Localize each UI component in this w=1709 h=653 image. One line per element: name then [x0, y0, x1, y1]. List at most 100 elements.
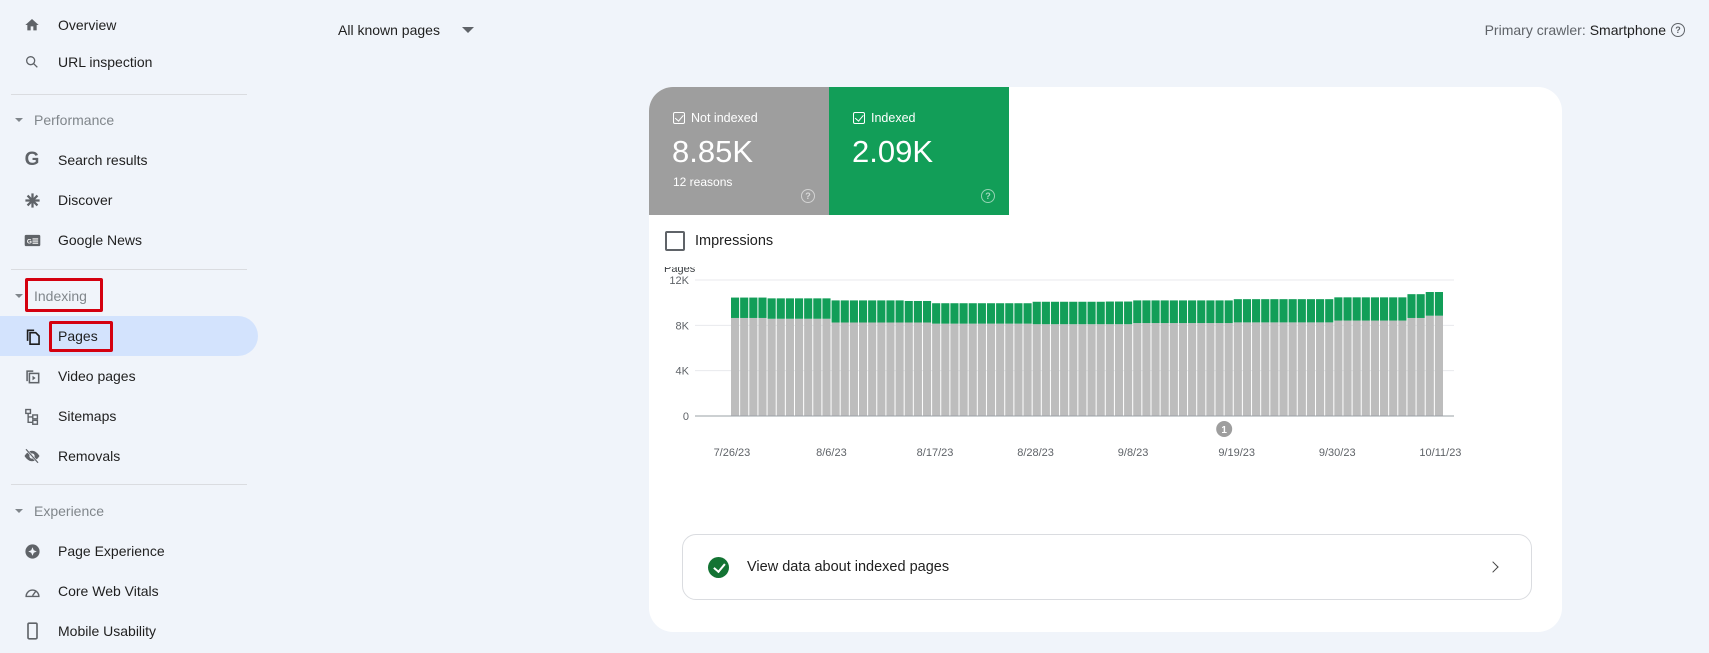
bar-indexed	[1096, 301, 1105, 325]
bar-not-indexed	[1279, 322, 1288, 416]
pages-chart: Pages 0 4K 8K 12K 7/26/23 8/6/23 8/17/23 8/28/23…	[664, 267, 1461, 459]
not-indexed-tile[interactable]: Not indexed 8.85K 12 reasons ?	[649, 87, 829, 215]
sidebar-item-page-experience[interactable]: Page Experience	[0, 531, 258, 571]
bar-not-indexed	[1352, 320, 1361, 416]
chevron-right-icon	[1487, 561, 1499, 573]
bar-not-indexed	[1178, 323, 1188, 416]
gauge-icon	[22, 581, 42, 601]
bar-indexed	[986, 303, 996, 324]
caret-down-icon	[15, 509, 23, 513]
video-pages-icon	[22, 366, 42, 386]
bar-indexed	[932, 303, 941, 324]
bar-indexed	[1361, 297, 1370, 321]
bar-not-indexed	[822, 318, 831, 416]
bar-not-indexed	[1407, 317, 1416, 416]
bar-indexed	[758, 297, 767, 318]
bar-not-indexed	[1252, 322, 1261, 416]
page-filter-dropdown[interactable]: All known pages	[338, 22, 474, 38]
bar-not-indexed	[1087, 324, 1096, 416]
sidebar-item-video-pages[interactable]: Video pages	[0, 356, 258, 396]
sidebar-item-label: URL inspection	[58, 54, 153, 70]
bar-not-indexed	[740, 317, 749, 416]
bar-not-indexed	[1224, 323, 1233, 416]
not-indexed-count: 8.85K	[672, 134, 754, 169]
sidebar-item-mobile-usability[interactable]: Mobile Usability	[0, 611, 258, 651]
section-title: Performance	[34, 112, 115, 128]
bar-indexed	[1142, 300, 1151, 324]
bar-indexed	[1343, 297, 1352, 321]
impressions-checkbox[interactable]: Impressions	[665, 231, 773, 251]
help-icon[interactable]: ?	[981, 189, 995, 203]
bar-indexed	[941, 303, 950, 324]
sidebar-item-sitemaps[interactable]: Sitemaps	[0, 396, 258, 436]
bar-not-indexed	[1105, 324, 1114, 416]
bar-not-indexed	[794, 318, 804, 416]
help-icon[interactable]: ?	[801, 189, 815, 203]
bar-not-indexed	[1325, 322, 1334, 416]
sidebar-item-label: Discover	[58, 192, 113, 208]
bar-indexed	[1169, 300, 1178, 324]
bar-indexed	[1407, 294, 1416, 318]
checkbox-unchecked-icon	[665, 231, 685, 251]
divider	[11, 484, 247, 485]
y-axis-label: Pages	[664, 267, 696, 275]
sidebar-item-label: Page Experience	[58, 543, 165, 559]
page-experience-icon	[22, 541, 42, 561]
bar-not-indexed	[758, 317, 767, 416]
sidebar-item-overview[interactable]: Overview	[0, 5, 258, 45]
bar-indexed	[996, 303, 1005, 324]
bar-not-indexed	[1361, 320, 1370, 416]
page-filter-value: All known pages	[338, 22, 440, 38]
section-performance[interactable]: Performance	[0, 105, 250, 135]
bar-not-indexed	[950, 323, 959, 416]
section-title: Experience	[34, 503, 105, 519]
checkbox-checked-icon[interactable]	[853, 112, 865, 124]
sidebar-item-pages[interactable]: Pages	[0, 316, 258, 356]
view-indexed-pages-link[interactable]: View data about indexed pages	[682, 534, 1532, 600]
bar-not-indexed	[1343, 320, 1352, 416]
bar-indexed	[1270, 299, 1279, 323]
bar-not-indexed	[749, 317, 758, 416]
bar-not-indexed	[1023, 323, 1032, 416]
checkbox-checked-icon[interactable]	[673, 112, 685, 124]
bar-not-indexed	[858, 322, 868, 416]
sidebar-item-removals[interactable]: Removals	[0, 436, 258, 476]
bar-not-indexed	[840, 322, 849, 416]
bar-indexed	[1352, 297, 1361, 321]
divider	[11, 94, 247, 95]
bar-indexed	[1050, 301, 1060, 325]
home-icon	[22, 15, 42, 35]
bar-indexed	[868, 300, 877, 323]
bar-indexed	[1370, 297, 1380, 321]
indexed-tile[interactable]: Indexed 2.09K ?	[829, 87, 1009, 215]
indexing-card: Not indexed 8.85K 12 reasons ? Indexed 2…	[649, 87, 1562, 632]
bar-indexed	[1197, 300, 1206, 324]
sidebar-item-label: Sitemaps	[58, 408, 117, 424]
bar-not-indexed	[1370, 320, 1380, 416]
bar-not-indexed	[941, 323, 950, 416]
primary-crawler: Primary crawler: Smartphone ?	[1485, 22, 1685, 38]
help-icon[interactable]: ?	[1671, 23, 1685, 37]
impressions-label: Impressions	[695, 233, 774, 249]
bar-indexed	[822, 298, 831, 319]
bar-indexed	[1032, 301, 1041, 325]
bar-indexed	[776, 298, 785, 319]
x-tick-label: 9/30/23	[1319, 447, 1356, 459]
bar-not-indexed	[886, 322, 895, 416]
sidebar-item-discover[interactable]: Discover	[0, 180, 258, 220]
sidebar-item-google-news[interactable]: G Google News	[0, 220, 258, 260]
caret-down-icon	[15, 118, 23, 122]
bar-not-indexed	[868, 322, 877, 416]
bar-indexed	[794, 298, 804, 319]
bar-indexed	[1105, 301, 1114, 325]
bar-not-indexed	[1169, 323, 1178, 416]
bar-indexed	[1151, 300, 1160, 324]
sidebar-item-search-results[interactable]: G Search results	[0, 140, 258, 180]
sidebar-item-url-inspection[interactable]: URL inspection	[0, 42, 258, 82]
bar-indexed	[849, 300, 858, 323]
sidebar-item-core-web-vitals[interactable]: Core Web Vitals	[0, 571, 258, 611]
bar-indexed	[1306, 299, 1316, 323]
bar-not-indexed	[1242, 322, 1252, 416]
bar-not-indexed	[1297, 322, 1306, 416]
section-experience[interactable]: Experience	[0, 496, 250, 526]
